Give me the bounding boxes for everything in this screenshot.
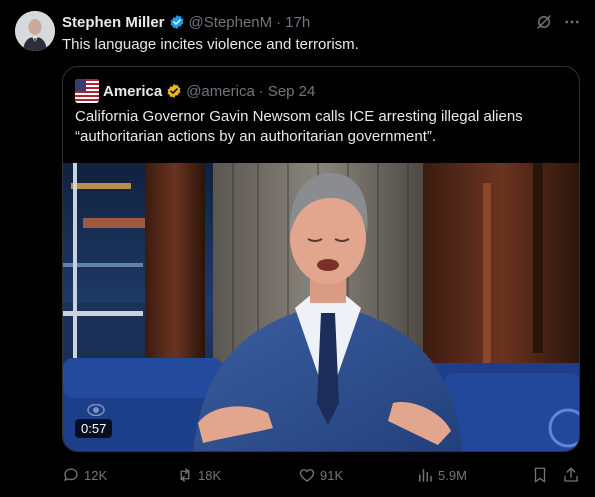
reply-count: 12K	[84, 467, 108, 483]
author-name[interactable]: Stephen Miller	[62, 14, 165, 31]
post: Stephen Miller @StephenM · 17h This lang…	[0, 0, 595, 497]
video-player[interactable]: 0:57	[63, 163, 579, 451]
more-icon[interactable]	[563, 13, 581, 31]
separator-dot: ·	[258, 82, 264, 100]
views-button[interactable]: 5.9M	[416, 466, 467, 484]
reply-icon	[64, 468, 78, 481]
video-frame	[63, 163, 579, 451]
repost-button[interactable]: 18K	[176, 466, 221, 484]
post-text: This language incites violence and terro…	[62, 36, 359, 53]
repost-icon	[180, 468, 190, 482]
grok-icon[interactable]	[535, 13, 553, 31]
author-handle[interactable]: @StephenM	[189, 14, 273, 31]
video-duration: 0:57	[75, 419, 113, 438]
separator-dot: ·	[276, 13, 282, 31]
network-logo-icon	[87, 403, 105, 417]
like-icon	[299, 469, 315, 482]
flag-icon	[75, 79, 99, 103]
reply-button[interactable]: 12K	[62, 466, 107, 484]
like-button[interactable]: 91K	[298, 466, 343, 484]
quote-text-line: “authoritarian actions by an authoritari…	[75, 128, 437, 145]
quote-author-name[interactable]: America	[103, 83, 162, 100]
avatar[interactable]	[15, 11, 55, 51]
verified-badge-icon	[169, 14, 185, 30]
quote-text-line: California Governor Gavin Newsom calls I…	[75, 108, 523, 125]
quote-text: California Governor Gavin Newsom calls I…	[75, 107, 569, 147]
views-count: 5.9M	[438, 467, 467, 483]
share-icon[interactable]	[562, 466, 580, 484]
quoted-post[interactable]: America @america · Sep 24 California Gov…	[62, 66, 580, 452]
repost-count: 18K	[198, 467, 222, 483]
bookmark-icon[interactable]	[531, 466, 549, 484]
gold-badge-icon	[166, 83, 182, 99]
quote-time[interactable]: Sep 24	[268, 83, 316, 100]
post-time[interactable]: 17h	[285, 14, 310, 31]
quote-header: America @america · Sep 24	[75, 79, 315, 103]
views-icon	[419, 469, 432, 482]
quote-handle[interactable]: @america	[186, 83, 255, 100]
post-header: Stephen Miller @StephenM · 17h	[62, 12, 310, 32]
action-bar: 12K 18K 91K 5.9M	[62, 464, 582, 488]
like-count: 91K	[320, 467, 344, 483]
